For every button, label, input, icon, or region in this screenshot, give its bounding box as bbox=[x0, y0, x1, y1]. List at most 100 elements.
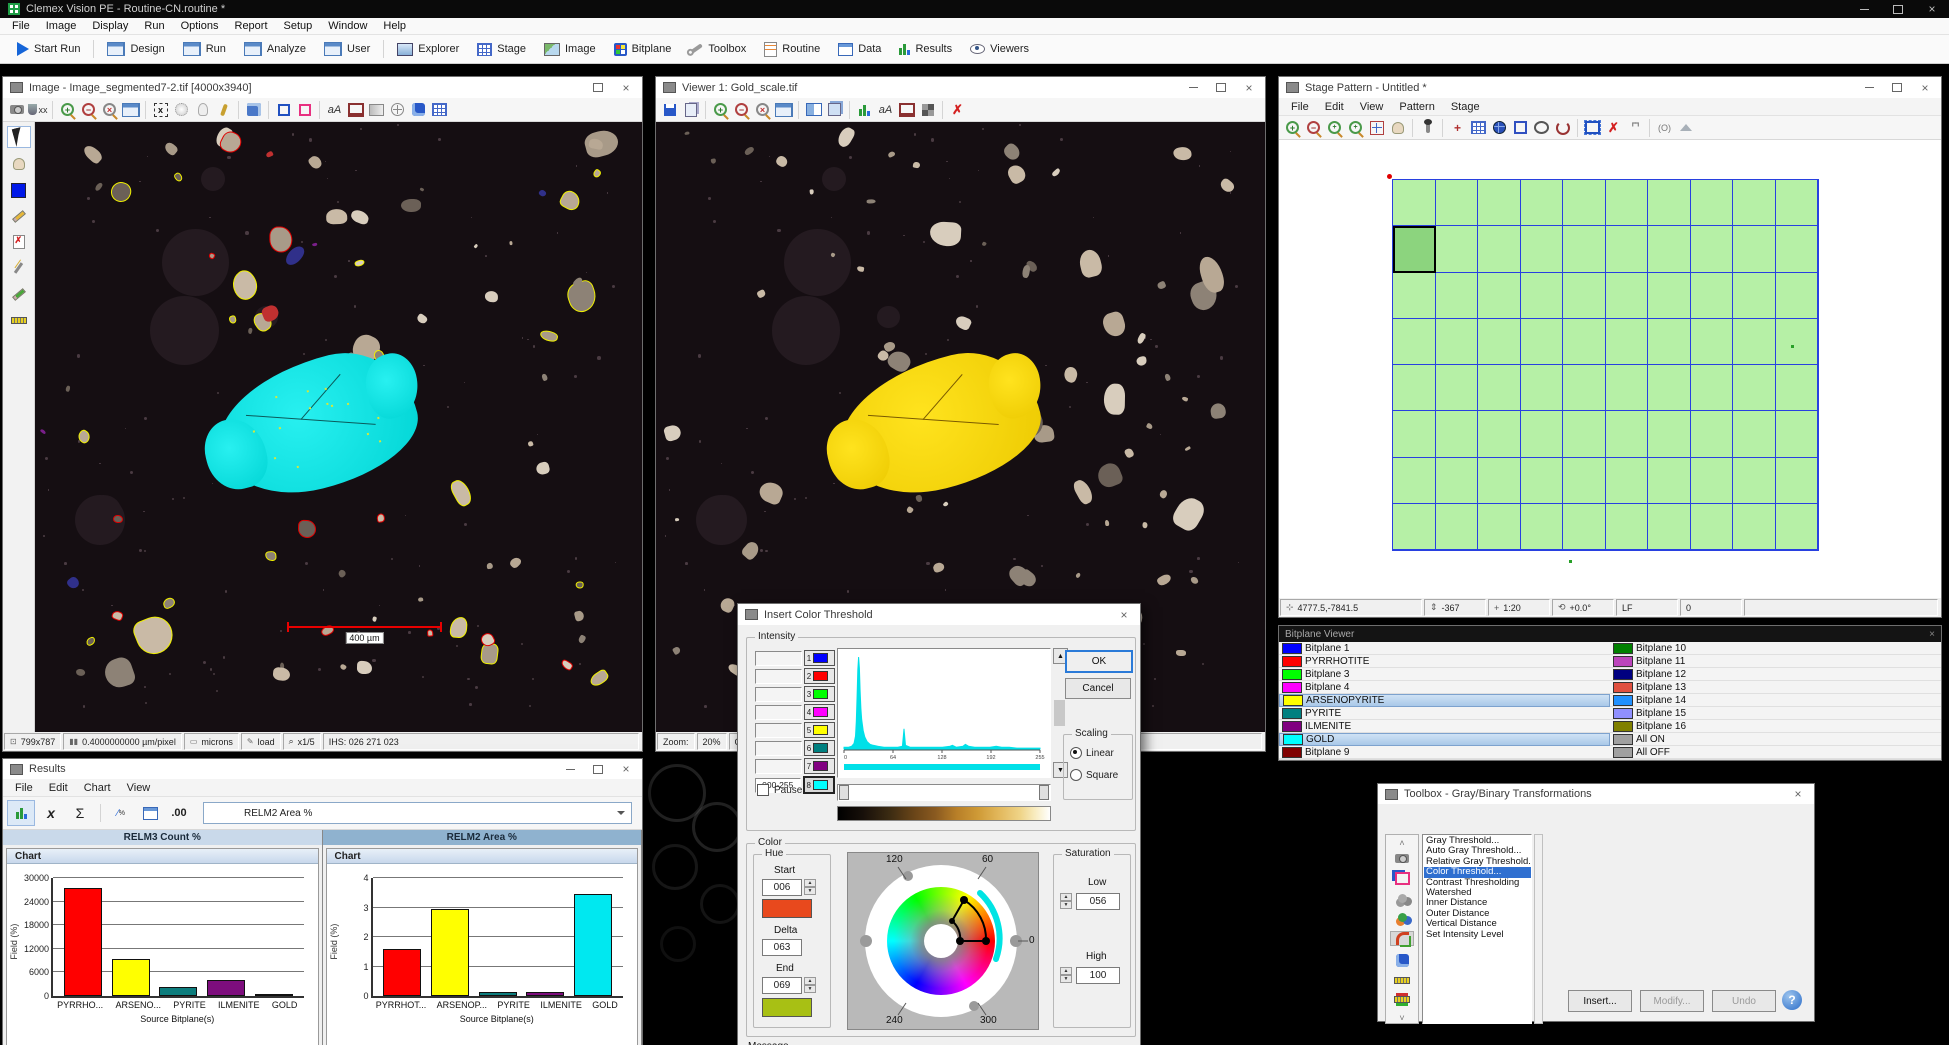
tile-view-icon[interactable] bbox=[803, 100, 824, 119]
minimize-button[interactable] bbox=[556, 759, 584, 779]
minimize-button[interactable] bbox=[1847, 0, 1881, 18]
bar-chart-view-icon[interactable] bbox=[7, 800, 35, 826]
segmented-image-canvas[interactable]: 400 µm bbox=[35, 122, 642, 732]
toolbar-button-user[interactable]: User bbox=[315, 39, 379, 59]
grid-cell[interactable] bbox=[1648, 226, 1691, 272]
maximize-button[interactable] bbox=[1207, 77, 1235, 98]
grid-cell[interactable] bbox=[1733, 504, 1776, 550]
grid-cell[interactable] bbox=[1436, 273, 1479, 319]
hue-start-spinner[interactable]: ▲▼ bbox=[804, 879, 816, 895]
bulb-icon[interactable] bbox=[192, 100, 213, 119]
toolbox-item[interactable]: Color Threshold... bbox=[1424, 867, 1531, 877]
grid-cell[interactable] bbox=[1776, 411, 1819, 457]
grid-cell[interactable] bbox=[1521, 365, 1564, 411]
stage-menu-view[interactable]: View bbox=[1352, 100, 1392, 114]
cancel-button[interactable]: Cancel bbox=[1065, 678, 1131, 699]
variable-x-icon[interactable]: x bbox=[38, 801, 64, 825]
grid-cell[interactable] bbox=[1521, 180, 1564, 226]
close-button[interactable]: × bbox=[1784, 784, 1812, 804]
decimal-format-button[interactable]: .00 bbox=[166, 801, 192, 825]
grid-cell[interactable] bbox=[1691, 273, 1734, 319]
grid-cell[interactable] bbox=[1563, 365, 1606, 411]
measure-icon[interactable] bbox=[8, 310, 30, 330]
sphere-pattern-icon[interactable] bbox=[1489, 118, 1510, 137]
dialog-range-field[interactable] bbox=[755, 741, 802, 756]
grid-cell[interactable] bbox=[1478, 180, 1521, 226]
grid-dark-icon[interactable] bbox=[917, 100, 938, 119]
dialog-range-field[interactable] bbox=[755, 759, 802, 774]
stage-window-titlebar[interactable]: Stage Pattern - Untitled * × bbox=[1279, 77, 1941, 98]
hue-delta-field[interactable]: 063 bbox=[762, 939, 802, 956]
dialog-titlebar[interactable]: Insert Color Threshold × bbox=[738, 604, 1140, 625]
grid-cell[interactable] bbox=[1648, 365, 1691, 411]
bitplane-item[interactable]: Bitplane 14 bbox=[1610, 694, 1941, 707]
transform-arrows-icon[interactable] bbox=[1390, 931, 1414, 946]
zoom-out-icon[interactable]: − bbox=[78, 100, 99, 119]
grid-cell[interactable] bbox=[1393, 504, 1436, 550]
toolbar-button-viewers[interactable]: Viewers bbox=[961, 40, 1038, 58]
grid-cell[interactable] bbox=[1776, 273, 1819, 319]
close-button[interactable]: × bbox=[1911, 77, 1939, 98]
bitplane-item[interactable]: ARSENOPYRITE bbox=[1279, 694, 1610, 707]
grid-cell[interactable] bbox=[1393, 458, 1436, 504]
dialog-bitplane-button-3[interactable]: 3 bbox=[804, 686, 835, 702]
bitplane-item[interactable]: Bitplane 10 bbox=[1610, 642, 1941, 655]
close-icon[interactable]: × bbox=[1929, 629, 1935, 640]
dialog-bitplane-button-5[interactable]: 5 bbox=[804, 722, 835, 738]
bitplane-item[interactable]: PYRRHOTITE bbox=[1279, 655, 1610, 668]
grid-cell[interactable] bbox=[1691, 458, 1734, 504]
close-button[interactable]: × bbox=[612, 759, 640, 779]
bitplane-item[interactable]: Bitplane 1 bbox=[1279, 642, 1610, 655]
objective-xx-icon[interactable]: xx bbox=[27, 100, 48, 119]
grid-cell[interactable] bbox=[1393, 273, 1436, 319]
bitplane-item[interactable]: Bitplane 16 bbox=[1610, 720, 1941, 733]
ellipse-pattern-icon[interactable] bbox=[1531, 118, 1552, 137]
cursor-icon[interactable] bbox=[7, 126, 31, 148]
saturation-high-spinner[interactable]: ▲▼ bbox=[1060, 967, 1072, 983]
stage-menu-pattern[interactable]: Pattern bbox=[1391, 100, 1442, 114]
grid-cell[interactable] bbox=[1606, 411, 1649, 457]
grid-cell[interactable] bbox=[1648, 504, 1691, 550]
spiral-pattern-icon[interactable] bbox=[1552, 118, 1573, 137]
results-menu-file[interactable]: File bbox=[7, 781, 41, 795]
gray-spheres-icon[interactable] bbox=[1391, 893, 1413, 904]
toolbar-button-stage[interactable]: Stage bbox=[468, 40, 535, 59]
app-menu-image[interactable]: Image bbox=[38, 19, 85, 33]
adjust-icon[interactable] bbox=[366, 100, 387, 119]
delete-x-icon[interactable]: ✗ bbox=[1603, 118, 1624, 137]
grid-cell[interactable] bbox=[1648, 180, 1691, 226]
bitplane-item[interactable]: Bitplane 12 bbox=[1610, 668, 1941, 681]
app-menu-help[interactable]: Help bbox=[375, 19, 414, 33]
dialog-bitplane-button-2[interactable]: 2 bbox=[804, 668, 835, 684]
dialog-range-field[interactable] bbox=[755, 651, 802, 666]
grid-cell[interactable] bbox=[1563, 458, 1606, 504]
range-handle-high[interactable] bbox=[1039, 785, 1049, 800]
close-button[interactable]: × bbox=[1915, 0, 1949, 18]
grid-cell[interactable] bbox=[1776, 180, 1819, 226]
frames-icon[interactable] bbox=[1391, 872, 1413, 885]
app-menu-file[interactable]: File bbox=[4, 19, 38, 33]
bitplane-item[interactable]: PYRITE bbox=[1279, 707, 1610, 720]
zoom-in-icon[interactable]: + bbox=[710, 100, 731, 119]
select-region-icon[interactable]: x bbox=[150, 100, 171, 119]
linear-radio[interactable]: Linear bbox=[1070, 747, 1114, 759]
rect-pattern-icon[interactable] bbox=[1510, 118, 1531, 137]
sigma-sum-icon[interactable]: Σ bbox=[67, 801, 93, 825]
grid-cell[interactable] bbox=[1521, 273, 1564, 319]
bitplane-item[interactable]: Bitplane 15 bbox=[1610, 707, 1941, 720]
grid-cell[interactable] bbox=[1563, 226, 1606, 272]
undo-button[interactable]: Undo bbox=[1712, 990, 1776, 1012]
dialog-bitplane-button-4[interactable]: 4 bbox=[804, 704, 835, 720]
hue-end-spinner[interactable]: ▲▼ bbox=[804, 977, 816, 993]
grid-cell[interactable] bbox=[1733, 226, 1776, 272]
ok-button[interactable]: OK bbox=[1065, 650, 1133, 673]
grid-cell[interactable] bbox=[1776, 319, 1819, 365]
fit-window-icon[interactable] bbox=[120, 100, 141, 119]
grid-cell[interactable] bbox=[1563, 411, 1606, 457]
grid-cell[interactable] bbox=[1478, 273, 1521, 319]
app-menu-run[interactable]: Run bbox=[136, 19, 172, 33]
results-menu-view[interactable]: View bbox=[119, 781, 159, 795]
camera-icon[interactable] bbox=[1391, 853, 1413, 864]
toolbar-button-toolbox[interactable]: Toolbox bbox=[680, 40, 755, 58]
scroll-thumb[interactable] bbox=[1054, 700, 1065, 726]
